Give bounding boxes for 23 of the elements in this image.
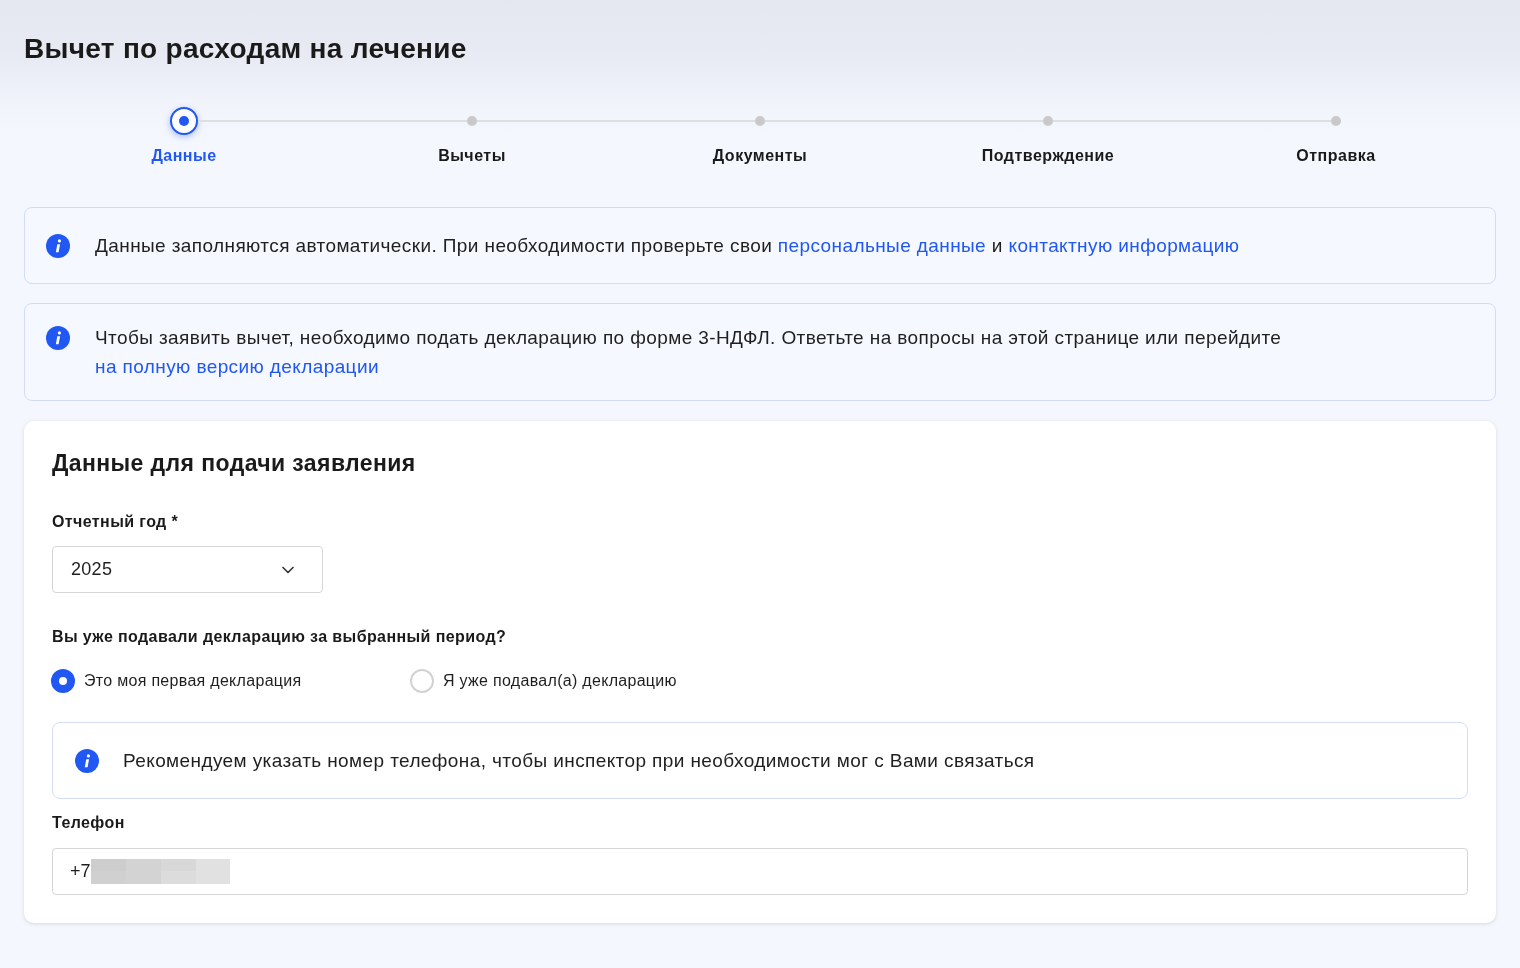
- step-label: Подтверждение: [981, 146, 1115, 166]
- year-select[interactable]: 2025: [52, 546, 323, 593]
- text-link[interactable]: контактную информацию: [1008, 235, 1240, 256]
- page-title: Вычет по расходам на лечение: [24, 32, 468, 66]
- text-link[interactable]: персональные данные: [777, 235, 987, 256]
- step-label: Данные: [151, 146, 217, 166]
- radio-option[interactable]: Это моя первая декларация: [51, 669, 302, 693]
- step-label: Документы: [712, 146, 808, 166]
- info-message: Данные заполняются автоматически. При необходимости проверьте свои персональные данные и контактную информацию: [95, 234, 1240, 258]
- info-message: Чтобы заявить вычет, необходимо подать декларацию по форме 3-НДФЛ. Ответьте на вопросы на этой странице или перейдите на полную версию декларации: [95, 326, 1283, 379]
- phone-input[interactable]: +7: [52, 848, 1468, 895]
- question-label: Вы уже подавали декларацию за выбранный период?: [52, 627, 508, 647]
- info-icon: [75, 748, 99, 773]
- step-label: Вычеты: [438, 146, 506, 166]
- text-link[interactable]: на полную версию декларации: [95, 356, 379, 377]
- info-icon: [46, 233, 70, 258]
- info-message: Рекомендуем указать номер телефона, чтобы инспектор при необходимости мог с Вами связаться: [123, 749, 1035, 773]
- field-label: Телефон: [52, 813, 126, 833]
- section-heading: Данные для подачи заявления: [52, 449, 417, 478]
- info-icon: [46, 325, 70, 350]
- step-label: Отправка: [1296, 146, 1376, 166]
- radio-option[interactable]: Я уже подавал(а) декларацию: [410, 669, 677, 693]
- field-label: Отчетный год *: [52, 512, 180, 532]
